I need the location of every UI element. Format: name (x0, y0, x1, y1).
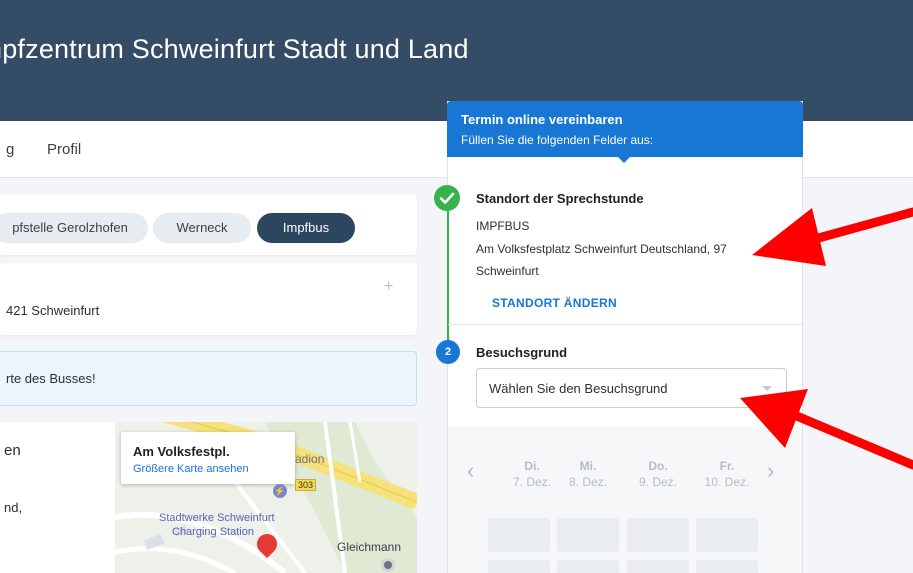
step-complete-check-icon (434, 185, 460, 211)
time-slot[interactable] (488, 518, 550, 552)
location-city: Schweinfurt (476, 264, 539, 278)
nav-item-partial[interactable]: g (6, 141, 14, 158)
time-slot[interactable] (627, 518, 689, 552)
time-slot[interactable] (696, 518, 758, 552)
map-side-panel: en nd, (0, 422, 115, 573)
calendar-day[interactable]: Di. 7. Dez. (502, 459, 562, 489)
time-slot[interactable] (627, 560, 689, 573)
visit-reason-select[interactable]: Wählen Sie den Besuchsgrund (476, 368, 787, 408)
map-info-popup: Am Volksfestpl. Größere Karte ansehen (121, 432, 295, 484)
larger-map-link[interactable]: Größere Karte ansehen (133, 463, 249, 475)
address-text: 421 Schweinfurt (6, 303, 100, 318)
calendar-day[interactable]: Mi. 8. Dez. (558, 459, 618, 489)
location-name: IMPFBUS (476, 219, 530, 233)
map-label-stadium: adion (295, 452, 325, 466)
calendar-day-date: 10. Dez. (704, 475, 750, 489)
time-slot[interactable] (696, 560, 758, 573)
calendar-day-name: Mi. (579, 459, 597, 473)
visit-reason-select-value: Wählen Sie den Besuchsgrund (489, 381, 668, 396)
tab-location-impfbus[interactable]: Impfbus (257, 213, 355, 243)
map-label-station-line2: Charging Station (172, 526, 254, 538)
calendar-day[interactable]: Fr. 10. Dez. (697, 459, 757, 489)
visit-reason-title: Besuchsgrund (476, 345, 568, 360)
place-marker-icon (381, 558, 395, 572)
map-popup-title: Am Volksfestpl. (133, 444, 230, 459)
booking-header: Termin online vereinbaren Füllen Sie die… (447, 101, 803, 157)
location-section-title: Standort der Sprechstunde (476, 191, 644, 206)
map-label-station-line1: Stadtwerke Schweinfurt (159, 512, 275, 524)
calendar-day-name: Di. (524, 459, 540, 473)
section-divider (448, 324, 802, 325)
time-slot[interactable] (488, 560, 550, 573)
booking-header-title: Termin online vereinbaren (461, 112, 623, 127)
calendar-day-date: 7. Dez. (512, 475, 551, 489)
tab-location-gerolzhofen[interactable]: pfstelle Gerolzhofen (0, 213, 148, 243)
change-location-button[interactable]: STANDORT ÄNDERN (492, 296, 617, 310)
chevron-down-icon (762, 386, 772, 391)
map-side-address: nd, (4, 500, 23, 515)
nav-item-profile[interactable]: Profil (47, 141, 81, 158)
location-street: Am Volksfestplatz Schweinfurt Deutschlan… (476, 242, 727, 256)
calendar-day-date: 9. Dez. (638, 475, 677, 489)
page-title: npfzentrum Schweinfurt Stadt und Land (0, 34, 469, 64)
address-card (0, 263, 417, 335)
road-number-badge: 303 (295, 479, 317, 491)
calendar-next-icon[interactable]: › (767, 458, 774, 484)
map-label-place: Gleichmann (337, 540, 402, 554)
embedded-map[interactable]: Am Volksfestpl. Größere Karte ansehen ad… (115, 422, 417, 573)
map-side-heading: en (4, 442, 21, 459)
info-notice-text: rte des Busses! (6, 371, 96, 386)
time-slot[interactable] (557, 518, 619, 552)
booking-header-subtitle: Füllen Sie die folgenden Felder aus: (461, 133, 654, 147)
info-notice: rte des Busses! (0, 351, 417, 406)
calendar-prev-icon[interactable]: ‹ (467, 458, 474, 484)
calendar-day-name: Do. (648, 459, 668, 473)
expand-plus-icon[interactable]: + (384, 278, 393, 296)
step-number-badge: 2 (436, 340, 460, 364)
calendar-day-date: 8. Dez. (568, 475, 607, 489)
time-slot[interactable] (557, 560, 619, 573)
header-notch (617, 156, 631, 163)
charging-station-icon: ⚡ (273, 484, 287, 498)
calendar-day[interactable]: Do. 9. Dez. (628, 459, 688, 489)
tab-location-werneck[interactable]: Werneck (153, 213, 251, 243)
calendar-day-name: Fr. (719, 459, 735, 473)
